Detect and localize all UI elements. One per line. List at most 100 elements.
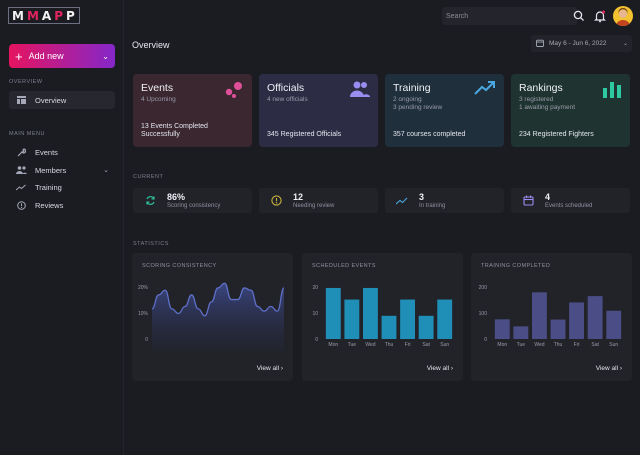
card-subtitle: 2 ongoing xyxy=(393,96,422,103)
bar xyxy=(569,302,584,339)
bar xyxy=(532,292,547,339)
trend-icon xyxy=(395,197,409,205)
training-completed-chart: 200 100 0 Mon Tue Wed Thu Fri Sat Sun xyxy=(479,285,622,348)
stat-value: 12 xyxy=(293,192,304,202)
stat-value: 4 xyxy=(545,192,551,202)
x-tick-label: Thu xyxy=(385,342,394,348)
app-logo[interactable]: MMAPP xyxy=(8,7,80,24)
stat-events-scheduled[interactable]: 4 Events scheduled xyxy=(511,188,630,213)
sidebar-item-members[interactable]: Members ⌄ xyxy=(9,161,115,179)
stat-in-training[interactable]: 3 In training xyxy=(385,188,504,213)
x-tick-label: Tue xyxy=(517,342,526,348)
stat-label: Events scheduled xyxy=(545,203,593,209)
events-card[interactable]: Events 4 Upcoming 13 Events Completed Su… xyxy=(133,74,252,147)
dashboard-icon xyxy=(15,96,27,104)
sidebar-item-label: Members xyxy=(35,165,67,175)
sidebar-item-label: Reviews xyxy=(35,200,64,210)
card-subtitle-2: 3 pending review xyxy=(393,104,443,112)
y-tick-label: 0 xyxy=(145,337,148,343)
view-all-link[interactable]: View all › xyxy=(257,365,283,372)
y-tick-label: 0 xyxy=(315,337,318,343)
bar xyxy=(606,310,622,339)
sidebar-item-label: Overview xyxy=(35,95,67,105)
search-input[interactable]: Search xyxy=(442,7,577,25)
y-tick-label: 100 xyxy=(479,311,488,317)
sidebar-item-label: Events xyxy=(35,147,58,157)
add-new-label: Add new xyxy=(28,51,64,61)
avatar[interactable] xyxy=(613,6,633,26)
stat-value: 86% xyxy=(167,192,186,202)
statistics-section-label: STATISTICS xyxy=(133,241,169,247)
stat-needing-review[interactable]: 12 Needing review xyxy=(259,188,378,213)
card-subtitle-2: 1 awaiting payment xyxy=(519,104,576,112)
training-card[interactable]: Training 2 ongoing 3 pending review 357 … xyxy=(385,74,504,147)
sidebar-item-label: Training xyxy=(35,182,62,192)
scheduled-events-chart: 20 10 0 Mon Tue Wed Thu Fri Sat Sun xyxy=(312,285,453,348)
calendar-icon xyxy=(521,195,535,206)
bar xyxy=(437,299,453,339)
bar xyxy=(494,319,510,339)
x-tick-label: Fri xyxy=(405,342,411,348)
alert-circle-icon xyxy=(269,195,283,206)
bar xyxy=(344,299,360,339)
stat-scoring-consistency[interactable]: 86% Scoring consistency xyxy=(133,188,252,213)
view-all-link[interactable]: View all › xyxy=(427,365,453,372)
panel-title: SCHEDULED EVENTS xyxy=(312,263,376,269)
x-tick-label: Sun xyxy=(609,342,618,348)
x-tick-label: Thu xyxy=(554,342,563,348)
training-completed-panel: TRAINING COMPLETED 200 100 0 Mon Tue Wed Thu Fr… xyxy=(471,253,632,381)
bar xyxy=(513,326,529,339)
sidebar: MMAPP + Add new ⌄ OVERVIEW Overview MAIN… xyxy=(0,0,124,455)
view-all-link[interactable]: View all › xyxy=(596,365,622,372)
search-placeholder: Search xyxy=(446,12,469,20)
sidebar-item-events[interactable]: Events xyxy=(9,143,115,161)
trend-up-icon xyxy=(474,81,495,95)
view-all-label: View all xyxy=(426,365,450,372)
search-icon[interactable] xyxy=(572,9,586,23)
y-tick-label: 20 xyxy=(312,285,318,291)
x-tick-label: Tue xyxy=(348,342,357,348)
card-summary: 345 Registered Officials xyxy=(267,131,342,139)
date-range-picker[interactable]: May 6 - Jun 6, 2022 ⌄ xyxy=(531,35,632,52)
bar xyxy=(550,319,566,339)
refresh-icon xyxy=(143,195,157,206)
bar xyxy=(381,315,397,339)
calendar-icon xyxy=(536,39,544,49)
card-summary: 357 courses completed xyxy=(393,131,466,139)
sidebar-item-overview[interactable]: Overview xyxy=(9,91,115,109)
x-tick-label: Fri xyxy=(574,342,580,348)
y-tick-label: 10 xyxy=(312,311,318,317)
stat-label: Needing review xyxy=(293,203,335,209)
panel-title: SCORING CONSISTENCY xyxy=(142,263,217,269)
stat-label: Scoring consistency xyxy=(167,203,221,209)
y-tick-label: 20% xyxy=(138,285,149,291)
rankings-card[interactable]: Rankings 3 registered 1 awaiting payment… xyxy=(511,74,630,147)
bar xyxy=(363,287,378,339)
top-bar: Search xyxy=(124,0,640,32)
bar xyxy=(587,296,603,339)
main-menu-section-label: MAIN MENU xyxy=(9,131,45,137)
y-tick-label: 200 xyxy=(479,285,488,291)
chevron-right-icon: › xyxy=(450,365,453,372)
x-tick-label: Sat xyxy=(422,342,430,348)
chevron-down-icon[interactable]: ⌄ xyxy=(103,166,109,174)
officials-card[interactable]: Officials 4 new officials 345 Registered… xyxy=(259,74,378,147)
area-fill xyxy=(152,283,284,351)
bar-chart-icon xyxy=(603,82,621,98)
bell-icon[interactable] xyxy=(593,9,607,23)
wrench-icon xyxy=(15,147,27,157)
chevron-down-icon: ⌄ xyxy=(622,41,628,47)
chevron-right-icon: › xyxy=(280,365,283,372)
sidebar-item-reviews[interactable]: Reviews xyxy=(9,196,115,214)
stat-label: In training xyxy=(419,203,446,209)
bar xyxy=(400,299,415,339)
scheduled-events-panel: SCHEDULED EVENTS 20 10 0 Mon Tue Wed Thu Fri Sat… xyxy=(302,253,463,381)
add-new-button[interactable]: + Add new ⌄ xyxy=(9,44,115,68)
users-icon xyxy=(15,166,27,174)
panel-title: TRAINING COMPLETED xyxy=(481,263,551,269)
view-all-label: View all xyxy=(256,365,280,372)
y-tick-label: 0 xyxy=(484,337,487,343)
x-tick-label: Mon xyxy=(497,342,507,348)
sidebar-item-training[interactable]: Training xyxy=(9,178,115,196)
bar xyxy=(418,315,434,339)
